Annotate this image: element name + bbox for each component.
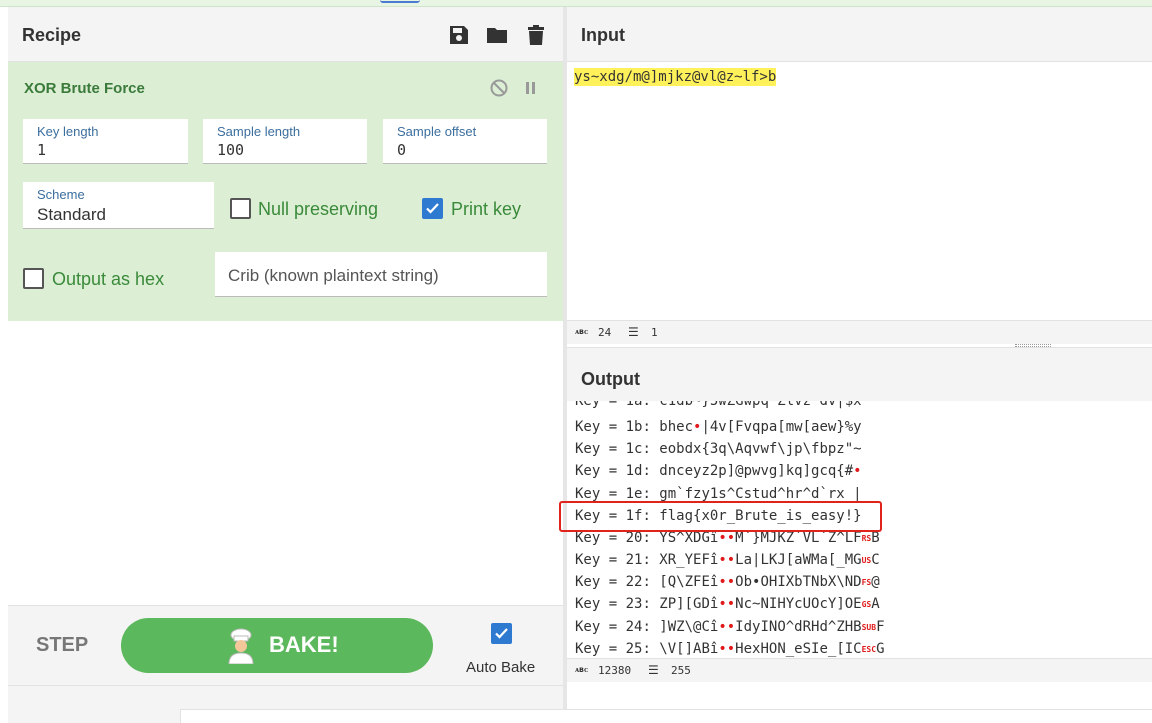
crib-placeholder: Crib (known plaintext string): [228, 266, 439, 285]
output-line: Key = 1c: eobdx{3q\Aqvwf\jp\fbpz"~: [575, 441, 862, 457]
key-length-value[interactable]: 1: [37, 141, 46, 159]
lines-icon: ☰: [648, 663, 659, 677]
null-preserving-checkbox[interactable]: [230, 198, 251, 219]
output-line: Key = 24: ]WZ\@Cî••IdyINO^dRHd^ZHBSUBF: [575, 619, 885, 635]
step-button[interactable]: STEP: [36, 634, 88, 657]
top-strip: [0, 0, 1152, 7]
output-as-hex-label: Output as hex: [52, 269, 165, 289]
input-stats: ᴀʙᴄ 24 ☰ 1: [567, 320, 1152, 344]
output-as-hex-checkbox[interactable]: [23, 268, 44, 289]
tab-indicator: [380, 0, 420, 3]
input-length: 24: [598, 326, 612, 339]
output-lines: 255: [671, 664, 691, 677]
null-preserving-label: Null preserving: [258, 199, 379, 219]
flag-highlight-box: [559, 501, 882, 532]
auto-bake-checkbox[interactable]: [491, 623, 512, 644]
status-bar: [180, 709, 1152, 723]
bake-bar: STEP BAKE! Auto Bake: [8, 605, 563, 685]
trash-icon[interactable]: [524, 23, 548, 47]
sample-offset-label: Sample offset: [397, 124, 477, 139]
length-icon: ᴀʙᴄ: [575, 327, 589, 336]
bake-button[interactable]: BAKE!: [121, 618, 433, 673]
operation-title: XOR Brute Force: [24, 80, 145, 97]
recipe-header: Recipe: [8, 7, 563, 62]
input-lines: 1: [651, 326, 658, 339]
output-line: Key = 23: ZP][GDî••Nc~NIHYcUOcY]OEGSA: [575, 596, 880, 612]
crib-input[interactable]: Crib (known plaintext string): [215, 252, 547, 297]
output-line: Key = 25: \V[]ABî••HexHON_eSIe_[ICESCG: [575, 641, 885, 657]
sample-length-value[interactable]: 100: [217, 141, 244, 159]
output-stats: ᴀʙᴄ 12380 ☰ 255: [567, 658, 1152, 682]
print-key-label: Print key: [451, 199, 522, 219]
bake-label: BAKE!: [269, 632, 339, 657]
output-title: Output: [581, 369, 640, 389]
pause-icon[interactable]: [521, 78, 541, 98]
output-line: Key = 1d: dnceyz2p]@pwvg]kq]gcq{#•: [575, 463, 862, 479]
scheme-label: Scheme: [37, 187, 85, 202]
scheme-select[interactable]: Scheme Standard: [23, 182, 214, 229]
lines-icon: ☰: [628, 325, 639, 339]
output-line: Key = 1b: bhec•|4v[Fvqpa[mw[aew}%y: [575, 419, 862, 435]
length-icon: ᴀʙᴄ: [575, 665, 589, 674]
output-line: Key = 20: YS^XDGî••M`}MJKZ`VL`Z^LFRSB: [575, 530, 880, 546]
output-length: 12380: [598, 664, 632, 677]
key-length-label: Key length: [37, 124, 99, 139]
disable-icon[interactable]: [489, 78, 509, 98]
save-icon[interactable]: [447, 23, 471, 47]
print-key-checkbox[interactable]: [422, 198, 443, 219]
key-length-field[interactable]: Key length 1: [23, 119, 188, 164]
auto-bake-label: Auto Bake: [466, 659, 536, 676]
output-line: Key = 22: [Q\ZFEî••Ob•OHIXbTNbX\NDFS@: [575, 574, 880, 590]
scheme-value: Standard: [37, 205, 106, 224]
io-pane: Input ys~xdg/m@]mjkz@vl@z~lf>b ᴀʙᴄ 24 ☰ …: [567, 7, 1152, 723]
input-header: Input: [567, 7, 1152, 62]
recipe-pane: Recipe XOR Brute Force Key length 1 Samp…: [8, 7, 563, 723]
folder-icon[interactable]: [485, 23, 509, 47]
sample-length-field[interactable]: Sample length 100: [203, 119, 367, 164]
output-line: Key = 1a: c1db~}5wZGwpq`Zlvz`dv|$x: [575, 401, 862, 409]
output-line: Key = 1e: gm`fzy1s^Cstud^hr^d`rx |: [575, 486, 862, 502]
input-title: Input: [581, 25, 625, 45]
output-line: Key = 21: XR_YEFî••La|LKJ[aWMa[_MGUSC: [575, 552, 880, 568]
input-text[interactable]: ys~xdg/m@]mjkz@vl@z~lf>b: [574, 68, 777, 86]
sample-length-label: Sample length: [217, 124, 301, 139]
sample-offset-value[interactable]: 0: [397, 141, 406, 159]
chef-icon: [228, 628, 254, 664]
input-textarea[interactable]: ys~xdg/m@]mjkz@vl@z~lf>b: [567, 62, 1152, 320]
output-header: Output: [567, 347, 1152, 402]
sample-offset-field[interactable]: Sample offset 0: [383, 119, 547, 164]
recipe-title: Recipe: [22, 25, 82, 45]
